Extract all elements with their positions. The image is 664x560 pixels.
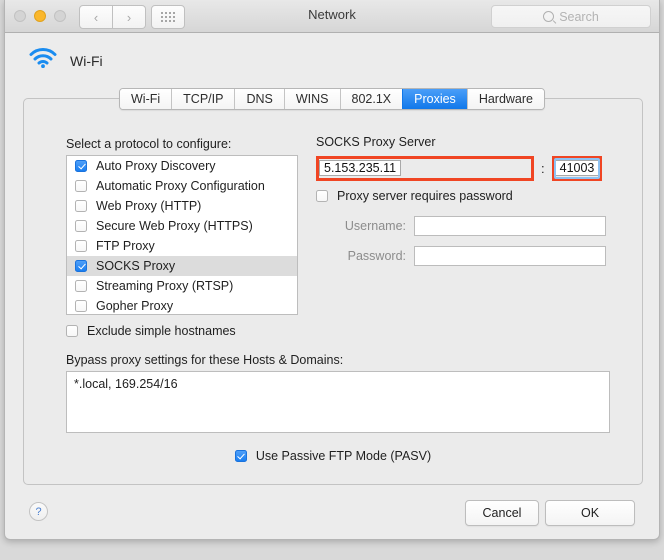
tab-proxies[interactable]: Proxies — [402, 89, 467, 109]
checkbox-icon[interactable] — [75, 180, 87, 192]
protocol-label: Automatic Proxy Configuration — [96, 179, 265, 193]
tab-bar: Wi-Fi TCP/IP DNS WINS 802.1X Proxies Har… — [5, 88, 659, 110]
protocol-row-auto-proxy-discovery[interactable]: Auto Proxy Discovery — [67, 156, 297, 176]
tab-tcpip[interactable]: TCP/IP — [171, 89, 235, 109]
proxy-port-input[interactable]: 41003 — [554, 160, 600, 176]
protocol-row-secure-web-proxy-https[interactable]: Secure Web Proxy (HTTPS) — [67, 216, 297, 236]
tab-dns[interactable]: DNS — [234, 89, 284, 109]
help-button[interactable]: ? — [29, 502, 48, 521]
service-header: Wi-Fi — [29, 48, 103, 73]
checkbox-icon[interactable] — [75, 280, 87, 292]
window-titlebar: ‹ › Network Search — [5, 0, 659, 33]
protocol-label: Gopher Proxy — [96, 299, 174, 313]
protocol-label: Auto Proxy Discovery — [96, 159, 216, 173]
exclude-simple-hostnames-row[interactable]: Exclude simple hostnames — [66, 324, 236, 338]
requires-password-row[interactable]: Proxy server requires password — [316, 189, 513, 203]
protocol-label: FTP Proxy — [96, 239, 155, 253]
network-preferences-window: ‹ › Network Search Wi-Fi Wi-Fi TCP/IP DN… — [4, 0, 660, 540]
password-row: Password: — [316, 246, 606, 266]
checkbox-icon[interactable] — [75, 220, 87, 232]
proxy-server-section: SOCKS Proxy Server — [316, 135, 435, 149]
username-input[interactable] — [414, 216, 606, 236]
proxies-panel: Select a protocol to configure: Auto Pro… — [23, 98, 643, 485]
passive-ftp-row[interactable]: Use Passive FTP Mode (PASV) — [24, 449, 642, 463]
proxy-server-address-row: 5.153.235.11 : 41003 — [316, 156, 602, 181]
tab-wifi[interactable]: Wi-Fi — [120, 89, 172, 109]
service-name: Wi-Fi — [70, 52, 103, 69]
tab-hardware[interactable]: Hardware — [466, 89, 544, 109]
protocol-row-socks-proxy[interactable]: SOCKS Proxy — [67, 256, 297, 276]
checkbox-icon[interactable] — [66, 325, 78, 337]
search-icon — [543, 11, 555, 22]
checkbox-icon[interactable] — [234, 450, 247, 462]
ok-button[interactable]: OK — [545, 500, 635, 526]
cancel-button[interactable]: Cancel — [465, 500, 539, 526]
protocol-row-streaming-proxy-rtsp[interactable]: Streaming Proxy (RTSP) — [67, 276, 297, 296]
checkbox-icon[interactable] — [316, 190, 328, 202]
username-row: Username: — [316, 216, 606, 236]
checkbox-icon[interactable] — [75, 240, 87, 252]
wifi-icon — [29, 48, 57, 73]
protocol-label: Secure Web Proxy (HTTPS) — [96, 219, 253, 233]
checkbox-icon[interactable] — [75, 300, 87, 312]
tab-group: Wi-Fi TCP/IP DNS WINS 802.1X Proxies Har… — [119, 88, 545, 110]
protocol-row-gopher-proxy[interactable]: Gopher Proxy — [67, 296, 297, 314]
tab-wins[interactable]: WINS — [283, 89, 340, 109]
passive-ftp-label: Use Passive FTP Mode (PASV) — [255, 449, 432, 463]
host-port-separator: : — [541, 161, 545, 176]
username-label: Username: — [344, 219, 406, 233]
protocol-row-web-proxy-http[interactable]: Web Proxy (HTTP) — [67, 196, 297, 216]
protocol-label: SOCKS Proxy — [96, 259, 176, 273]
protocol-row-automatic-proxy-configuration[interactable]: Automatic Proxy Configuration — [67, 176, 297, 196]
checkbox-icon[interactable] — [75, 200, 87, 212]
search-placeholder: Search — [559, 9, 599, 24]
search-field[interactable]: Search — [491, 5, 651, 28]
screenshot-root: ‹ › Network Search Wi-Fi Wi-Fi TCP/IP DN… — [0, 0, 664, 560]
checkbox-icon[interactable] — [75, 260, 87, 272]
port-annotation-box: 41003 — [551, 156, 602, 181]
proxy-server-title: SOCKS Proxy Server — [316, 135, 436, 149]
protocol-row-ftp-proxy[interactable]: FTP Proxy — [67, 236, 297, 256]
password-input[interactable] — [414, 246, 606, 266]
exclude-simple-hostnames-label: Exclude simple hostnames — [87, 324, 236, 338]
proxy-host-input[interactable]: 5.153.235.11 — [319, 160, 402, 176]
requires-password-label: Proxy server requires password — [337, 189, 513, 203]
protocol-label: Web Proxy (HTTP) — [96, 199, 202, 213]
tab-8021x[interactable]: 802.1X — [339, 89, 403, 109]
checkbox-icon[interactable] — [75, 160, 87, 172]
host-annotation-box: 5.153.235.11 — [316, 156, 534, 181]
protocol-list-label: Select a protocol to configure: — [66, 137, 232, 151]
protocol-list[interactable]: Auto Proxy Discovery Automatic Proxy Con… — [66, 155, 298, 315]
protocol-label: Streaming Proxy (RTSP) — [96, 279, 234, 293]
bypass-label: Bypass proxy settings for these Hosts & … — [66, 353, 344, 367]
bypass-textarea[interactable]: *.local, 169.254/16 — [66, 371, 610, 433]
password-label: Password: — [347, 249, 406, 263]
